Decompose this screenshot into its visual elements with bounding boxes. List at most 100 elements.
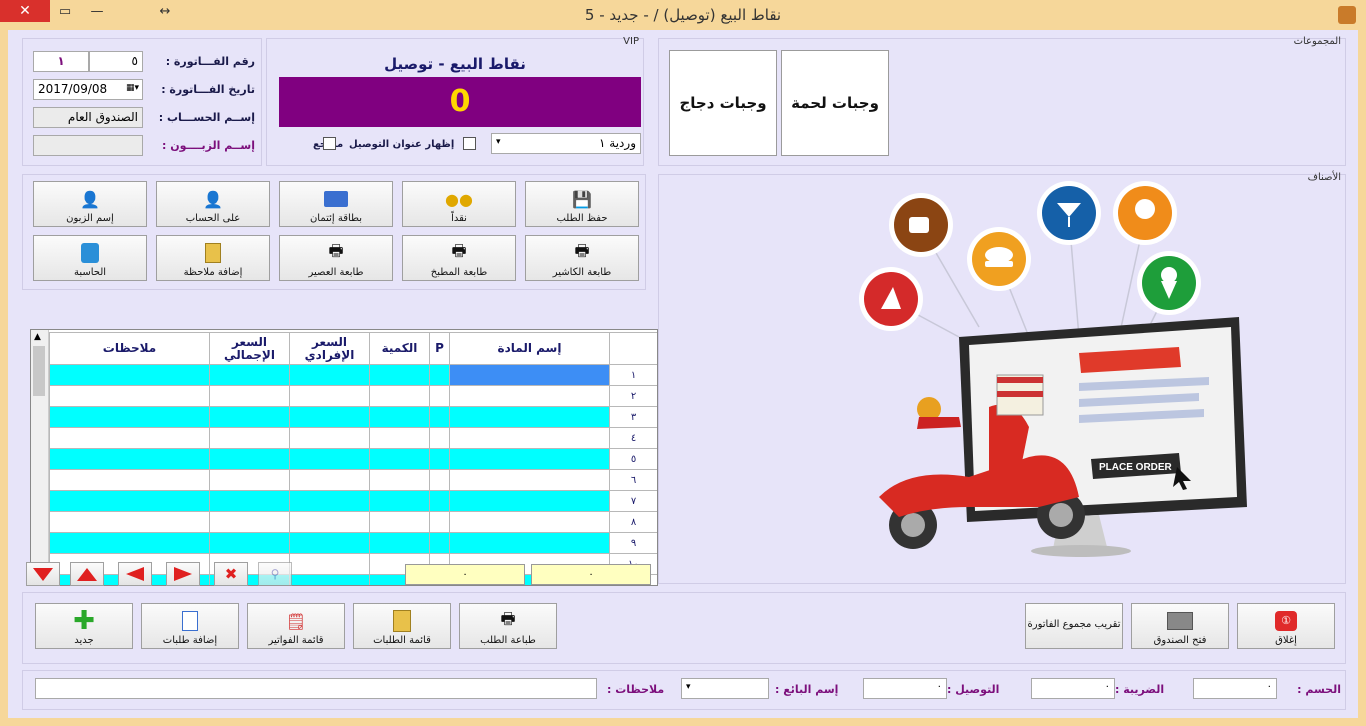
move-up-button[interactable]	[70, 562, 104, 586]
discount-field[interactable]: ٠	[1193, 678, 1277, 699]
shift-select[interactable]: وردية ١ ▾	[491, 133, 641, 154]
table-row[interactable]: ٦	[49, 469, 657, 491]
new-button[interactable]: ✚ جديد	[35, 603, 133, 649]
col-total-price[interactable]: السعر الإجمالي	[209, 332, 290, 365]
table-cell[interactable]	[209, 511, 290, 533]
table-cell[interactable]	[49, 490, 210, 512]
table-cell[interactable]	[429, 385, 450, 407]
table-cell[interactable]	[49, 385, 210, 407]
table-cell[interactable]	[209, 448, 290, 470]
customer-name-button[interactable]: 👤 إسم الزبون	[33, 181, 147, 227]
table-cell[interactable]	[209, 490, 290, 512]
cash-button[interactable]: ●● نقداً	[402, 181, 516, 227]
table-cell[interactable]	[209, 385, 290, 407]
table-cell[interactable]	[209, 364, 290, 386]
table-cell[interactable]	[289, 406, 370, 428]
col-notes[interactable]: ملاحظات	[49, 332, 210, 365]
table-cell[interactable]	[449, 532, 610, 554]
customer-name-field[interactable]	[33, 135, 143, 156]
print-order-button[interactable]: 🖶 طباعة الطلب	[459, 603, 557, 649]
order-items-grid[interactable]: ▲ ▼ ملاحظات السعر الإجمالي السعر الإفراد…	[30, 329, 658, 586]
table-cell[interactable]	[449, 511, 610, 533]
invoice-number-field[interactable]: ١	[33, 51, 89, 72]
table-cell[interactable]	[209, 427, 290, 449]
table-cell[interactable]	[429, 406, 450, 428]
table-cell[interactable]	[369, 385, 430, 407]
table-cell[interactable]	[289, 469, 370, 491]
scroll-thumb[interactable]	[33, 346, 45, 396]
table-row[interactable]: ٨	[49, 511, 657, 533]
col-unit-price[interactable]: السعر الإفرادي	[289, 332, 370, 365]
table-cell[interactable]	[369, 469, 430, 491]
table-cell[interactable]	[49, 448, 210, 470]
kitchen-printer-button[interactable]: 🖶 طابعة المطبخ	[402, 235, 516, 281]
table-cell[interactable]	[369, 511, 430, 533]
table-cell[interactable]	[449, 448, 610, 470]
seller-name-select[interactable]: ▾	[681, 678, 769, 699]
notes-field[interactable]	[35, 678, 597, 699]
table-cell[interactable]	[429, 532, 450, 554]
table-row[interactable]: ١	[49, 364, 657, 386]
delete-row-button[interactable]: ✖	[214, 562, 248, 586]
table-cell[interactable]	[429, 490, 450, 512]
scroll-up-icon[interactable]: ▲	[34, 332, 41, 342]
table-cell[interactable]	[429, 427, 450, 449]
col-quantity[interactable]: الكمية	[369, 332, 430, 365]
table-row[interactable]: ٥	[49, 448, 657, 470]
table-row[interactable]: ٢	[49, 385, 657, 407]
invoice-date-picker[interactable]: 2017/09/08 ▦▾	[33, 79, 143, 100]
save-order-button[interactable]: 💾 حفظ الطلب	[525, 181, 639, 227]
table-cell[interactable]	[289, 427, 370, 449]
table-cell[interactable]	[49, 427, 210, 449]
table-cell[interactable]	[209, 532, 290, 554]
table-row[interactable]: ٣	[49, 406, 657, 428]
table-row[interactable]: ٧	[49, 490, 657, 512]
group-chicken-meals-button[interactable]: وجبات دجاج	[669, 50, 777, 156]
round-total-button[interactable]: تقريب مجموع الفاتورة	[1025, 603, 1123, 649]
table-cell[interactable]	[289, 364, 370, 386]
table-cell[interactable]	[369, 448, 430, 470]
table-cell[interactable]	[209, 469, 290, 491]
table-cell[interactable]	[289, 490, 370, 512]
table-cell[interactable]	[449, 364, 610, 386]
table-cell[interactable]	[49, 364, 210, 386]
calendar-dropdown-icon[interactable]: ▦▾	[126, 83, 139, 93]
table-cell[interactable]	[49, 406, 210, 428]
table-cell[interactable]	[429, 448, 450, 470]
table-cell[interactable]	[49, 511, 210, 533]
table-cell[interactable]	[289, 448, 370, 470]
cashier-printer-button[interactable]: 🖶 طابعة الكاشير	[525, 235, 639, 281]
table-cell[interactable]	[49, 532, 210, 554]
move-right-button[interactable]	[166, 562, 200, 586]
table-cell[interactable]	[289, 532, 370, 554]
table-cell[interactable]	[429, 511, 450, 533]
col-item-name[interactable]: إسم المادة	[449, 332, 610, 365]
col-p[interactable]: P	[429, 332, 450, 365]
table-row[interactable]: ٩	[49, 532, 657, 554]
table-cell[interactable]	[289, 511, 370, 533]
credit-card-button[interactable]: بطاقة إئتمان	[279, 181, 393, 227]
search-button[interactable]: ⚲	[258, 562, 292, 586]
group-meat-meals-button[interactable]: وجبات لحمة	[781, 50, 889, 156]
account-name-field[interactable]: الصندوق العام	[33, 107, 143, 128]
add-orders-button[interactable]: إضافة طلبات	[141, 603, 239, 649]
open-drawer-button[interactable]: فتح الصندوق	[1131, 603, 1229, 649]
show-address-checkbox[interactable]	[463, 137, 476, 150]
add-note-button[interactable]: إضافة ملاحظة	[156, 235, 270, 281]
table-cell[interactable]	[449, 406, 610, 428]
invoice-list-button[interactable]: 🗒 قائمة الفواتير	[247, 603, 345, 649]
table-cell[interactable]	[289, 553, 370, 575]
invoice-series-field[interactable]: ٥	[89, 51, 143, 72]
juice-printer-button[interactable]: 🖶 طابعة العصير	[279, 235, 393, 281]
table-row[interactable]: ٤	[49, 427, 657, 449]
on-account-button[interactable]: 👤 على الحساب	[156, 181, 270, 227]
table-cell[interactable]	[449, 427, 610, 449]
table-cell[interactable]	[369, 532, 430, 554]
calculator-button[interactable]: الحاسبة	[33, 235, 147, 281]
returned-checkbox[interactable]	[323, 137, 336, 150]
table-cell[interactable]	[289, 574, 370, 585]
delivery-field[interactable]: ٠	[863, 678, 947, 699]
table-cell[interactable]	[289, 385, 370, 407]
grid-vertical-scrollbar[interactable]: ▲ ▼	[31, 330, 49, 585]
table-cell[interactable]	[429, 364, 450, 386]
